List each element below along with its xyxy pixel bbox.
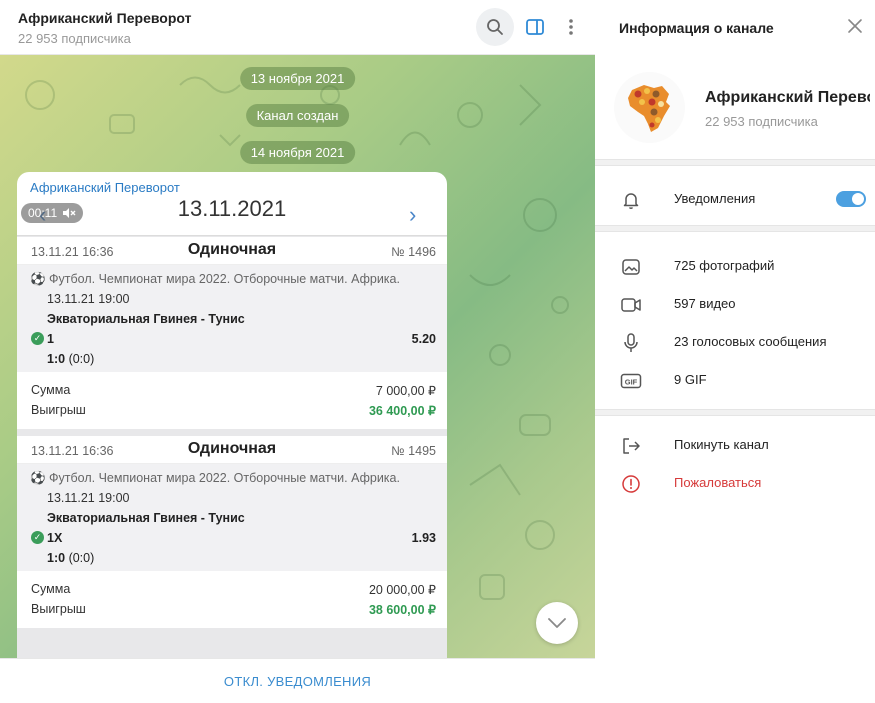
bet-pick: 1 (47, 332, 54, 346)
bet-card-details: ⚽ Футбол. Чемпионат мира 2022. Отборочны… (17, 464, 447, 571)
sum-value: 20 000,00 ₽ (368, 583, 436, 597)
bet-number: № 1495 (391, 444, 436, 458)
panel-title: Информация о канале (619, 20, 774, 36)
bell-icon (620, 189, 642, 211)
bet-card-footer: Сумма 7 000,00 ₽ Выигрыш 36 400,00 ₽ (17, 372, 447, 429)
bet-card: 13.11.21 16:36 Одиночная № 1496 ⚽ Футбол… (17, 237, 447, 429)
microphone-icon (620, 332, 642, 354)
bet-odds: 1.93 (411, 531, 436, 545)
media-voice-label: 23 голосовых сообщения (674, 334, 827, 349)
more-vertical-icon (569, 19, 573, 35)
report-label: Пожаловаться (674, 475, 762, 490)
match-teams: Экваториальная Гвинея - Тунис (47, 312, 245, 326)
search-button[interactable] (476, 8, 514, 46)
svg-text:GIF: GIF (625, 378, 638, 387)
bottom-bar: ОТКЛ. УВЕДОМЛЕНИЯ (0, 658, 595, 703)
leave-icon (620, 435, 642, 457)
divider (595, 225, 875, 232)
video-duration-badge[interactable]: 00:11 (21, 203, 84, 223)
date-pill: 14 ноября 2021 (239, 141, 356, 164)
media-videos-row[interactable]: 597 видео (595, 285, 875, 323)
chat-area: Африканский Переворот 22 953 подписчика (0, 0, 595, 703)
match-score: 1:0 (0:0) (47, 352, 94, 366)
video-duration: 00:11 (28, 206, 58, 220)
score-half: (0:0) (68, 352, 95, 366)
report-icon (620, 473, 642, 495)
check-icon: ✓ (31, 332, 44, 345)
bet-odds: 5.20 (411, 332, 436, 346)
message-video[interactable]: 13.11.2021 ‹ › 00:11 13.11.21 16:36 Один… (17, 196, 447, 658)
video-icon (620, 294, 642, 316)
close-icon (848, 19, 862, 33)
divider (595, 409, 875, 416)
leave-channel-row[interactable]: Покинуть канал (595, 426, 875, 464)
report-row[interactable]: Пожаловаться (595, 464, 875, 502)
media-photos-row[interactable]: 725 фотографий (595, 247, 875, 285)
sidebar-panel-icon (526, 19, 544, 35)
chat-subscribers: 22 953 подписчика (18, 31, 131, 46)
bet-pick: 1X (47, 531, 63, 545)
notifications-label: Уведомления (674, 191, 756, 206)
chat-background[interactable]: 13 ноября 2021 Канал создан 14 ноября 20… (0, 55, 595, 658)
score-main: 1:0 (47, 551, 66, 565)
gif-icon: GIF (620, 370, 642, 392)
leave-channel-label: Покинуть канал (674, 437, 769, 452)
notifications-row[interactable]: Уведомления (595, 180, 875, 218)
match-score: 1:0 (0:0) (47, 551, 94, 565)
chat-title: Африканский Переворот (18, 10, 192, 26)
win-value: 38 600,00 ₽ (368, 603, 436, 617)
win-value: 36 400,00 ₽ (368, 404, 436, 418)
service-message: Канал создан (245, 104, 350, 127)
bet-card: 13.11.21 16:36 Одиночная № 1495 ⚽ Футбол… (17, 436, 447, 628)
sum-value: 7 000,00 ₽ (375, 384, 436, 398)
media-photos-label: 725 фотографий (674, 258, 775, 273)
channel-avatar[interactable] (614, 72, 685, 143)
notifications-toggle[interactable] (836, 191, 866, 207)
score-half: (0:0) (68, 551, 95, 565)
channel-info-panel: Информация о канале Африканский Переворо… (595, 0, 875, 703)
mute-notifications-button[interactable]: ОТКЛ. УВЕДОМЛЕНИЯ (224, 674, 371, 689)
match-time: 13.11.21 19:00 (47, 491, 130, 505)
more-menu-button[interactable] (552, 8, 590, 46)
photo-icon (620, 256, 642, 278)
bet-card-header: 13.11.21 16:36 Одиночная № 1496 (17, 237, 447, 265)
bet-card-footer: Сумма 20 000,00 ₽ Выигрыш 38 600,00 ₽ (17, 571, 447, 628)
africa-map-logo-icon (628, 85, 670, 132)
media-videos-label: 597 видео (674, 296, 736, 311)
screenshot-header: 13.11.2021 ‹ › 00:11 (17, 196, 447, 236)
bet-league: ⚽ Футбол. Чемпионат мира 2022. Отборочны… (30, 471, 400, 485)
check-icon: ✓ (31, 531, 44, 544)
message-author[interactable]: Африканский Переворот (30, 180, 180, 195)
match-time: 13.11.21 19:00 (47, 292, 130, 306)
sum-label: Сумма (31, 582, 71, 596)
media-voice-row[interactable]: 23 голосовых сообщения (595, 323, 875, 361)
divider (595, 159, 875, 166)
score-main: 1:0 (47, 352, 66, 366)
media-gif-row[interactable]: GIF 9 GIF (595, 361, 875, 399)
match-teams: Экваториальная Гвинея - Тунис (47, 511, 245, 525)
close-button[interactable] (847, 18, 867, 38)
sum-label: Сумма (31, 383, 71, 397)
bet-number: № 1496 (391, 245, 436, 259)
chat-header[interactable]: Африканский Переворот 22 953 подписчика (0, 0, 595, 55)
chevron-right-icon: › (409, 202, 417, 227)
scroll-down-button[interactable] (536, 602, 578, 644)
bet-league: ⚽ Футбол. Чемпионат мира 2022. Отборочны… (30, 272, 400, 286)
channel-subscribers: 22 953 подписчика (705, 114, 818, 129)
bet-card-header: 13.11.21 16:36 Одиночная № 1495 (17, 436, 447, 464)
bet-type: Одиночная (187, 440, 277, 457)
date-pill: 13 ноября 2021 (239, 67, 356, 90)
search-icon (487, 19, 503, 35)
chevron-down-icon (548, 618, 566, 628)
win-label: Выигрыш (31, 403, 86, 417)
channel-name: Африканский Переворот (705, 89, 870, 106)
win-label: Выигрыш (31, 602, 86, 616)
bet-card-details: ⚽ Футбол. Чемпионат мира 2022. Отборочны… (17, 265, 447, 372)
bet-type: Одиночная (187, 241, 277, 258)
message-bubble[interactable]: Африканский Переворот 13.11.2021 ‹ › 00:… (17, 172, 447, 658)
media-gif-label: 9 GIF (674, 372, 707, 387)
muted-speaker-icon (63, 208, 76, 218)
sidebar-toggle-button[interactable] (516, 8, 554, 46)
telegram-window: Африканский Переворот 22 953 подписчика (0, 0, 875, 703)
